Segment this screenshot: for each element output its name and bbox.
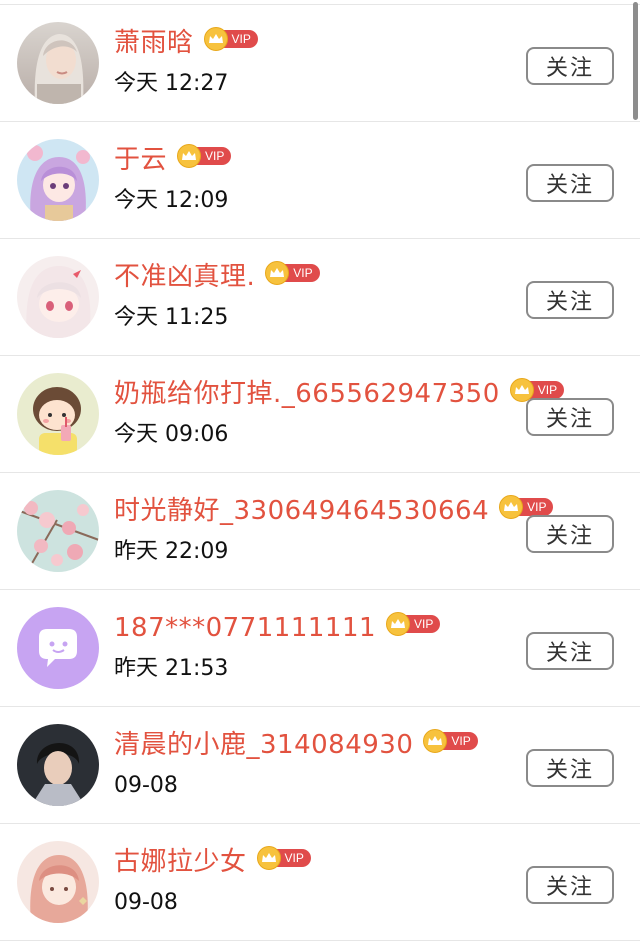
- user-name[interactable]: 萧雨晗: [114, 26, 194, 60]
- vip-badge: VIP: [265, 261, 320, 285]
- list-item[interactable]: 187***0771111111 VIP 昨天 21:53 关注: [0, 590, 640, 707]
- vip-badge: VIP: [423, 729, 478, 753]
- follow-button[interactable]: 关注: [526, 632, 614, 670]
- avatar[interactable]: [17, 22, 99, 104]
- avatar-anime-white-icon: [17, 256, 99, 338]
- timestamp: 09-08: [114, 890, 178, 915]
- timestamp: 昨天 22:09: [114, 539, 229, 564]
- vip-badge: VIP: [386, 612, 441, 636]
- follow-button[interactable]: 关注: [526, 164, 614, 202]
- crown-icon: [177, 144, 202, 168]
- avatar[interactable]: [17, 373, 99, 455]
- user-name-line: 于云 VIP: [114, 143, 232, 177]
- timestamp: 今天 12:09: [114, 188, 229, 213]
- list-item[interactable]: 不准凶真理. VIP 今天 11:25 关注: [0, 239, 640, 356]
- avatar[interactable]: [17, 841, 99, 923]
- avatar[interactable]: [17, 607, 99, 689]
- list-item[interactable]: 萧雨晗 VIP 今天 12:27 关注: [0, 5, 640, 122]
- user-name[interactable]: 时光静好_330649464530664: [114, 494, 489, 528]
- user-name-line: 不准凶真理. VIP: [114, 260, 320, 294]
- avatar-sketch-girl-icon: [17, 841, 99, 923]
- follow-button[interactable]: 关注: [526, 398, 614, 436]
- follow-button[interactable]: 关注: [526, 866, 614, 904]
- vip-badge: VIP: [203, 27, 258, 51]
- user-name-line: 时光静好_330649464530664 VIP: [114, 494, 554, 528]
- avatar-cartoon-girl-icon: [17, 373, 99, 455]
- avatar[interactable]: [17, 490, 99, 572]
- vip-badge: VIP: [256, 846, 311, 870]
- user-name[interactable]: 奶瓶给你打掉._665562947350: [114, 377, 500, 411]
- user-name[interactable]: 187***0771111111: [114, 611, 376, 645]
- avatar[interactable]: [17, 139, 99, 221]
- user-name[interactable]: 清晨的小鹿_314084930: [114, 728, 413, 762]
- user-name[interactable]: 古娜拉少女: [114, 845, 247, 879]
- list-item[interactable]: 奶瓶给你打掉._665562947350 VIP 今天 09:06 关注: [0, 356, 640, 473]
- avatar-anime-pink-icon: [17, 139, 99, 221]
- crown-icon: [256, 846, 281, 870]
- list-item[interactable]: 清晨的小鹿_314084930 VIP 09-08 关注: [0, 707, 640, 824]
- timestamp: 今天 12:27: [114, 71, 229, 96]
- avatar[interactable]: [17, 256, 99, 338]
- avatar[interactable]: [17, 724, 99, 806]
- timestamp: 今天 11:25: [114, 305, 229, 330]
- list-item[interactable]: 时光静好_330649464530664 VIP 昨天 22:09 关注: [0, 473, 640, 590]
- follow-button[interactable]: 关注: [526, 281, 614, 319]
- vip-badge: VIP: [177, 144, 232, 168]
- scrollbar[interactable]: [633, 2, 638, 120]
- crown-icon: [499, 495, 524, 519]
- timestamp: 09-08: [114, 773, 178, 798]
- avatar-anime-man-icon: [17, 724, 99, 806]
- user-name-line: 187***0771111111 VIP: [114, 611, 441, 645]
- user-name-line: 萧雨晗 VIP: [114, 26, 258, 60]
- follow-button[interactable]: 关注: [526, 515, 614, 553]
- follow-button[interactable]: 关注: [526, 47, 614, 85]
- user-name-line: 古娜拉少女 VIP: [114, 845, 311, 879]
- user-name[interactable]: 于云: [114, 143, 167, 177]
- crown-icon: [509, 378, 534, 402]
- follow-button[interactable]: 关注: [526, 749, 614, 787]
- crown-icon: [203, 27, 228, 51]
- follower-list: 萧雨晗 VIP 今天 12:27 关注 于云 VIP 今天 12:09 关注 不…: [0, 0, 640, 941]
- timestamp: 昨天 21:53: [114, 656, 229, 681]
- list-item[interactable]: 于云 VIP 今天 12:09 关注: [0, 122, 640, 239]
- avatar-blossoms-icon: [17, 490, 99, 572]
- avatar-photo-girl-icon: [17, 22, 99, 104]
- crown-icon: [386, 612, 411, 636]
- avatar-chat-bubble-icon: [17, 607, 99, 689]
- user-name-line: 奶瓶给你打掉._665562947350 VIP: [114, 377, 565, 411]
- user-name[interactable]: 不准凶真理.: [114, 260, 255, 294]
- timestamp: 今天 09:06: [114, 422, 229, 447]
- list-item[interactable]: 古娜拉少女 VIP 09-08 关注: [0, 824, 640, 941]
- user-name-line: 清晨的小鹿_314084930 VIP: [114, 728, 478, 762]
